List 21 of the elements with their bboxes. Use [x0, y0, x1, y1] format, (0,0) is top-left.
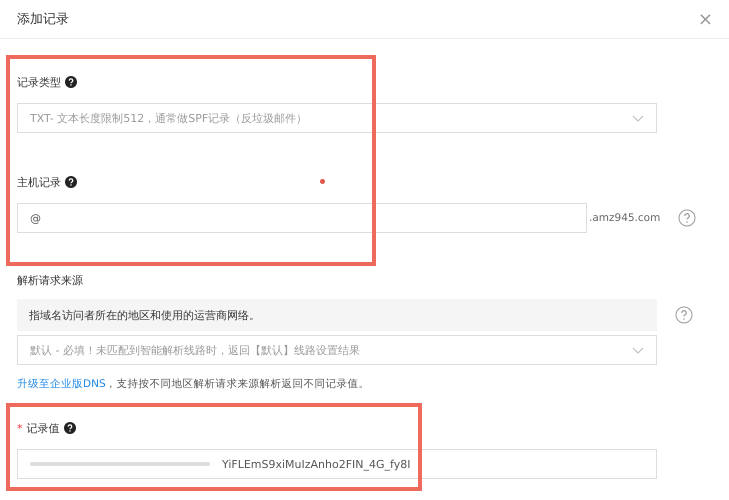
- upgrade-link[interactable]: 升级至企业版DNS: [17, 378, 106, 390]
- help-icon[interactable]: [65, 176, 77, 188]
- field-label: 解析请求来源: [17, 272, 83, 288]
- domain-suffix: .amz945.com: [589, 212, 660, 224]
- input-field[interactable]: @: [17, 203, 587, 233]
- info-banner: 指域名访问者所在的地区和使用的运营商网络。: [17, 299, 657, 331]
- chevron-down-icon: [632, 114, 644, 122]
- required-mark: *: [17, 422, 22, 434]
- chevron-down-icon: [632, 346, 644, 354]
- field-label: 记录类型: [17, 74, 61, 90]
- record-type-select[interactable]: TXT- 文本长度限制512，通常做SPF记录（反垃圾邮件）: [17, 103, 657, 133]
- line-select[interactable]: 默认 - 必填！未匹配到智能解析线路时，返回【默认】线路设置结果: [17, 335, 657, 365]
- dialog-title: 添加记录: [17, 11, 69, 28]
- close-button[interactable]: ×: [694, 8, 717, 30]
- field-label: 记录值: [26, 420, 60, 436]
- input-field[interactable]: YiFLEmS9xiMuIzAnho2FIN_4G_fy8I: [17, 449, 657, 479]
- field-label: 主机记录: [17, 174, 61, 190]
- upgrade-note: ，支持按不同地区解析请求来源解析返回不同记录值。: [106, 378, 370, 390]
- marker-dot: [320, 179, 325, 184]
- help-icon[interactable]: [64, 422, 76, 434]
- help-icon[interactable]: [65, 76, 77, 88]
